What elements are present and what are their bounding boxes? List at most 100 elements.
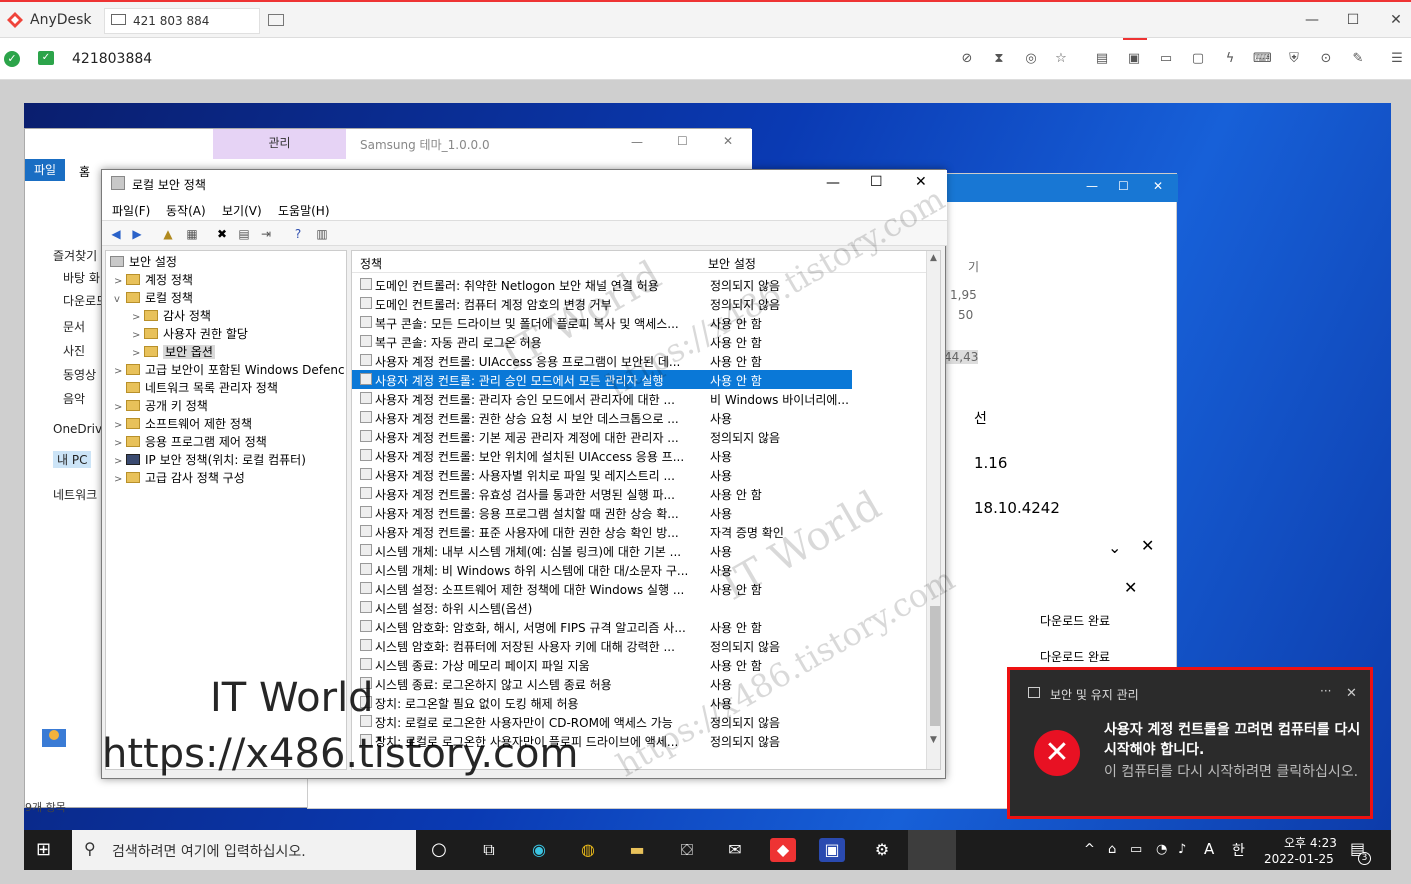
tree-item[interactable]: > 고급 감사 정책 구성: [114, 469, 245, 487]
manage-tab[interactable]: 관리: [213, 129, 346, 159]
chat-icon[interactable]: ▢: [1189, 50, 1207, 68]
tree-item-selected[interactable]: > 보안 옵션: [132, 343, 215, 361]
tray-chevron-icon[interactable]: ^: [1084, 842, 1095, 857]
tree-item[interactable]: > 소프트웨어 제한 정책: [114, 415, 252, 433]
vertical-scrollbar[interactable]: ▲ ▼: [926, 251, 940, 769]
mmc-minimize-button[interactable]: —: [826, 175, 840, 191]
expand-arrow[interactable]: >: [114, 366, 126, 377]
tree-item[interactable]: > 응용 프로그램 제어 정책: [114, 433, 267, 451]
database-icon[interactable]: ◎: [1022, 50, 1040, 68]
policy-row[interactable]: 사용자 계정 컨트롤: 보안 위치에 설치된 UIAccess 응용 프... 사…: [352, 446, 852, 465]
ime-hangul[interactable]: 한: [1232, 840, 1245, 860]
explorer-minimize[interactable]: —: [631, 135, 643, 149]
app-icon[interactable]: ▣: [819, 838, 845, 862]
help-icon[interactable]: ?: [290, 226, 306, 242]
expand-arrow[interactable]: >: [114, 276, 126, 287]
clock-date[interactable]: 2022-01-25: [1264, 852, 1334, 866]
settings-maximize[interactable]: ☐: [1118, 179, 1129, 193]
anydesk-icon[interactable]: ◆: [770, 838, 796, 862]
menu-action[interactable]: 동작(A): [166, 202, 206, 219]
expand-arrow[interactable]: >: [114, 474, 126, 485]
tree-item[interactable]: > 사용자 권한 할당: [132, 325, 248, 343]
tree-item[interactable]: > 고급 보안이 포함된 Windows Defenc: [114, 361, 345, 379]
expand-arrow[interactable]: >: [114, 438, 126, 449]
nav-favorites[interactable]: 즐겨찾기: [53, 247, 97, 264]
settings-minimize[interactable]: —: [1086, 179, 1098, 193]
new-tab-icon[interactable]: [268, 14, 284, 26]
policy-row[interactable]: 사용자 계정 컨트롤: UIAccess 응용 프로그램이 보안된 데... 사용…: [352, 351, 852, 370]
record-icon[interactable]: ⊙: [1317, 50, 1335, 68]
ime-mode[interactable]: A: [1204, 840, 1214, 858]
monitor-select-icon[interactable]: ▣: [1125, 50, 1143, 68]
tree-item[interactable]: 네트워크 목록 관리자 정책: [114, 379, 278, 397]
expand-arrow[interactable]: >: [114, 456, 126, 467]
export-icon[interactable]: ⇥: [258, 226, 274, 242]
policy-row[interactable]: 시스템 암호화: 암호화, 해시, 서명에 FIPS 규격 알고리즘 사... 사…: [352, 617, 852, 636]
collapse-icon[interactable]: ⌄: [1108, 538, 1121, 557]
expand-arrow[interactable]: >: [114, 420, 126, 431]
menu-view[interactable]: 보기(V): [222, 202, 262, 219]
file-transfer-icon[interactable]: ▤: [1093, 50, 1111, 68]
volume-icon[interactable]: ♪: [1178, 842, 1186, 857]
lightning-icon[interactable]: ϟ: [1221, 50, 1239, 68]
battery-icon[interactable]: ▭: [1130, 842, 1142, 857]
star-icon[interactable]: ☆: [1052, 50, 1070, 68]
nav-music[interactable]: 음악: [63, 390, 85, 407]
policy-row[interactable]: 복구 콘솔: 자동 관리 로그온 허용 사용 안 함: [352, 332, 852, 351]
tree-item[interactable]: > 감사 정책: [132, 307, 211, 325]
expand-arrow[interactable]: v: [114, 294, 126, 305]
settings-gear-icon[interactable]: ⚙: [869, 838, 895, 862]
menu-icon[interactable]: ☰: [1388, 50, 1406, 68]
properties-icon[interactable]: ▤: [236, 226, 252, 242]
column-security-setting[interactable]: 보안 설정: [708, 255, 756, 272]
tree-item[interactable]: v 로컬 정책: [114, 289, 193, 307]
ribbon-home-tab[interactable]: 홈: [79, 163, 90, 180]
active-app-policy-icon[interactable]: [908, 830, 956, 870]
close-icon-2[interactable]: ✕: [1124, 578, 1137, 597]
mail-icon[interactable]: ✉: [722, 838, 748, 862]
up-folder-icon[interactable]: ▲: [160, 226, 176, 242]
windows-start-icon[interactable]: ⊞: [36, 840, 56, 860]
edge-icon[interactable]: ◉: [526, 838, 552, 862]
menu-file[interactable]: 파일(F): [112, 202, 150, 219]
menu-help[interactable]: 도움말(H): [278, 202, 330, 219]
expand-arrow[interactable]: >: [114, 402, 126, 413]
tray-meet-icon[interactable]: ⌂: [1108, 842, 1116, 857]
policy-row[interactable]: 사용자 계정 컨트롤: 응용 프로그램 설치할 때 권한 상승 확... 사용: [352, 503, 852, 522]
file-explorer-icon[interactable]: ▬: [624, 838, 650, 862]
remote-desktop[interactable]: 관리 Samsung 테마_1.0.0.0 — ☐ ✕ 파일 홈 즐겨찾기 바탕…: [24, 103, 1391, 870]
nav-this-pc[interactable]: 내 PC: [53, 451, 92, 468]
task-view-icon[interactable]: ⧉: [476, 838, 502, 862]
back-icon[interactable]: ◀: [108, 226, 124, 242]
taskbar-search-box[interactable]: ⚲ 검색하려면 여기에 입력하십시오.: [72, 830, 416, 870]
shield-icon[interactable]: ⛨: [1285, 50, 1303, 68]
store-icon[interactable]: ⛋: [674, 838, 700, 862]
policy-row[interactable]: 사용자 계정 컨트롤: 권한 상승 요청 시 보안 데스크톱으로 ... 사용: [352, 408, 852, 427]
keyboard-icon[interactable]: ⌨: [1253, 50, 1272, 68]
chrome-icon[interactable]: ◍: [575, 838, 601, 862]
policy-row[interactable]: 시스템 암호화: 컴퓨터에 저장된 사용자 키에 대해 강력한 ... 정의되지 …: [352, 636, 852, 655]
tree-item[interactable]: > IP 보안 정책(위치: 로컬 컴퓨터): [114, 451, 306, 469]
settings-close[interactable]: ✕: [1153, 179, 1163, 193]
pen-icon[interactable]: ✎: [1349, 50, 1367, 68]
policy-row[interactable]: 사용자 계정 컨트롤: 유효성 검사를 통과한 서명된 실행 파... 사용 안 …: [352, 484, 852, 503]
scroll-thumb[interactable]: [930, 606, 940, 726]
more-options-icon[interactable]: ···: [1320, 684, 1331, 698]
close-button[interactable]: ✕: [1386, 12, 1406, 30]
policy-row[interactable]: 시스템 설정: 하위 시스템(옵션): [352, 598, 852, 617]
explorer-close[interactable]: ✕: [723, 134, 733, 148]
nav-desktop[interactable]: 바탕 화: [63, 269, 100, 286]
maximize-button[interactable]: ☐: [1343, 12, 1363, 30]
display-icon[interactable]: ▭: [1157, 50, 1175, 68]
close-icon[interactable]: ✕: [1141, 536, 1154, 555]
tree-item[interactable]: 보안 설정: [110, 253, 177, 271]
policy-row[interactable]: 사용자 계정 컨트롤: 관리자 승인 모드에서 관리자에 대한 ... 비 Win…: [352, 389, 852, 408]
scroll-down-icon[interactable]: ▼: [930, 735, 937, 745]
expand-arrow[interactable]: >: [132, 330, 144, 341]
cortana-icon[interactable]: ○: [426, 838, 452, 862]
expand-arrow[interactable]: >: [132, 348, 144, 359]
scroll-up-icon[interactable]: ▲: [930, 253, 937, 263]
view-icon[interactable]: ▥: [314, 226, 330, 242]
privacy-icon[interactable]: ⊘: [958, 50, 976, 68]
forward-icon[interactable]: ▶: [129, 226, 145, 242]
